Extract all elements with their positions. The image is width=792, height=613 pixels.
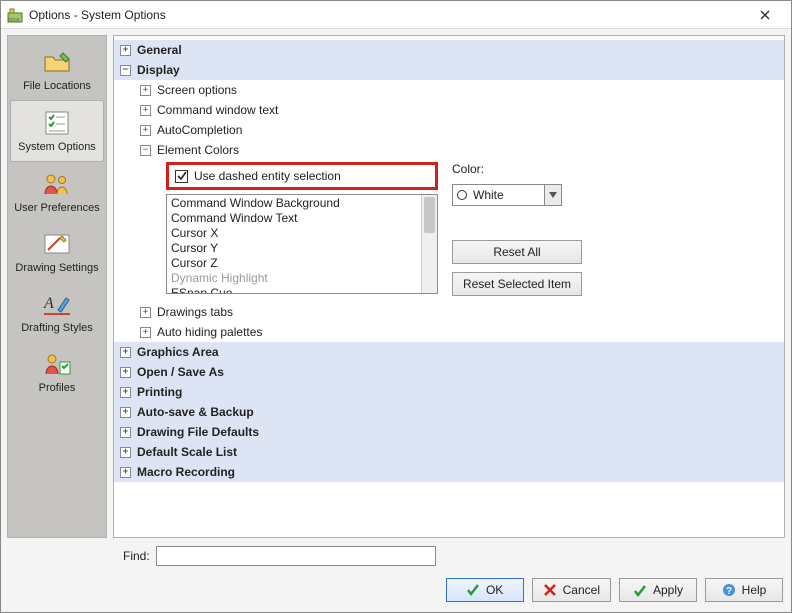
expand-icon[interactable]: + (140, 105, 151, 116)
tree-node-graphics-area[interactable]: +Graphics Area (114, 342, 784, 362)
chevron-down-icon[interactable] (544, 184, 562, 206)
expand-icon[interactable]: + (120, 427, 131, 438)
list-item[interactable]: Command Window Text (171, 211, 417, 226)
cancel-button[interactable]: Cancel (532, 578, 611, 602)
expand-icon[interactable]: + (120, 447, 131, 458)
ok-button[interactable]: OK (446, 578, 524, 602)
dashed-selection-row: Use dashed entity selection (166, 162, 438, 190)
dashed-selection-checkbox[interactable] (175, 170, 188, 183)
tree-node-drawing-defaults[interactable]: +Drawing File Defaults (114, 422, 784, 442)
svg-text:2018: 2018 (8, 18, 19, 23)
body: File Locations System Options User Prefe… (1, 29, 791, 544)
app-icon: 2018 (7, 7, 23, 23)
apply-icon (633, 583, 647, 597)
sidebar-item-label: File Locations (23, 80, 91, 92)
expand-icon[interactable]: + (120, 347, 131, 358)
tree-node-command-window-text[interactable]: +Command window text (114, 100, 784, 120)
svg-text:?: ? (726, 586, 732, 597)
tree-node-general[interactable]: +General (114, 40, 784, 60)
find-row: Find: (1, 544, 791, 574)
tree-node-element-colors[interactable]: −Element Colors (114, 140, 784, 160)
expand-icon[interactable]: + (140, 85, 151, 96)
reset-selected-button[interactable]: Reset Selected Item (452, 272, 582, 296)
color-combo[interactable]: White (452, 184, 562, 206)
element-colors-list[interactable]: Command Window Background Command Window… (166, 194, 438, 294)
sidebar-item-file-locations[interactable]: File Locations (8, 40, 106, 100)
apply-button[interactable]: Apply (619, 578, 697, 602)
sidebar-item-user-preferences[interactable]: User Preferences (8, 162, 106, 222)
folder-icon (41, 46, 73, 78)
find-input[interactable] (156, 546, 436, 566)
sidebar-item-profiles[interactable]: Profiles (8, 342, 106, 402)
element-colors-panel: Use dashed entity selection Command Wind… (166, 162, 784, 296)
expand-icon[interactable]: + (120, 407, 131, 418)
tree-node-printing[interactable]: +Printing (114, 382, 784, 402)
x-icon (543, 583, 557, 597)
tree-node-autocompletion[interactable]: +AutoCompletion (114, 120, 784, 140)
color-swatch-icon (457, 190, 467, 200)
list-item[interactable]: ESnap Cue (171, 286, 417, 294)
styles-icon: A (41, 288, 73, 320)
options-window: 2018 Options - System Options File Locat… (0, 0, 792, 613)
collapse-icon[interactable]: − (120, 65, 131, 76)
list-item[interactable]: Command Window Background (171, 196, 417, 211)
expand-icon[interactable]: + (140, 327, 151, 338)
list-item[interactable]: Dynamic Highlight (171, 271, 417, 286)
find-label: Find: (123, 549, 150, 563)
tree-node-display[interactable]: −Display (114, 60, 784, 80)
dashed-selection-label: Use dashed entity selection (194, 169, 341, 183)
tree-node-autosave[interactable]: +Auto-save & Backup (114, 402, 784, 422)
close-button[interactable] (745, 1, 785, 29)
tree-node-scale-list[interactable]: +Default Scale List (114, 442, 784, 462)
tree-node-screen-options[interactable]: +Screen options (114, 80, 784, 100)
color-label: Color: (452, 162, 592, 176)
expand-icon[interactable]: + (140, 307, 151, 318)
sidebar-item-drawing-settings[interactable]: Drawing Settings (8, 222, 106, 282)
color-value: White (473, 188, 504, 202)
expand-icon[interactable]: + (120, 367, 131, 378)
sidebar-item-label: User Preferences (14, 202, 100, 214)
list-item[interactable]: Cursor Z (171, 256, 417, 271)
profile-icon (41, 348, 73, 380)
reset-all-button[interactable]: Reset All (452, 240, 582, 264)
list-item[interactable]: Cursor Y (171, 241, 417, 256)
scrollbar-thumb[interactable] (424, 197, 435, 233)
expand-icon[interactable]: + (120, 45, 131, 56)
check-icon (466, 583, 480, 597)
options-tree: +General −Display +Screen options +Comma… (113, 35, 785, 538)
users-icon (41, 168, 73, 200)
collapse-icon[interactable]: − (140, 145, 151, 156)
expand-icon[interactable]: + (120, 467, 131, 478)
sidebar-item-drafting-styles[interactable]: A Drafting Styles (8, 282, 106, 342)
list-item[interactable]: Cursor X (171, 226, 417, 241)
scrollbar[interactable] (421, 195, 437, 293)
sidebar-item-label: Drafting Styles (21, 322, 93, 334)
checklist-icon (41, 107, 73, 139)
titlebar: 2018 Options - System Options (1, 1, 791, 29)
tree-node-auto-hiding[interactable]: +Auto hiding palettes (114, 322, 784, 342)
sidebar-item-system-options[interactable]: System Options (10, 100, 104, 162)
help-icon: ? (722, 583, 736, 597)
tree-node-drawings-tabs[interactable]: +Drawings tabs (114, 302, 784, 322)
sidebar-item-label: System Options (18, 141, 96, 153)
sidebar-item-label: Profiles (39, 382, 76, 394)
sidebar-item-label: Drawing Settings (15, 262, 98, 274)
svg-text:A: A (43, 295, 54, 312)
button-bar: OK Cancel Apply ? Help (1, 574, 791, 612)
help-button[interactable]: ? Help (705, 578, 783, 602)
tree-node-macro[interactable]: +Macro Recording (114, 462, 784, 482)
tree-node-open-save[interactable]: +Open / Save As (114, 362, 784, 382)
expand-icon[interactable]: + (120, 387, 131, 398)
window-title: Options - System Options (29, 8, 745, 22)
expand-icon[interactable]: + (140, 125, 151, 136)
drawing-icon (41, 228, 73, 260)
sidebar: File Locations System Options User Prefe… (7, 35, 107, 538)
